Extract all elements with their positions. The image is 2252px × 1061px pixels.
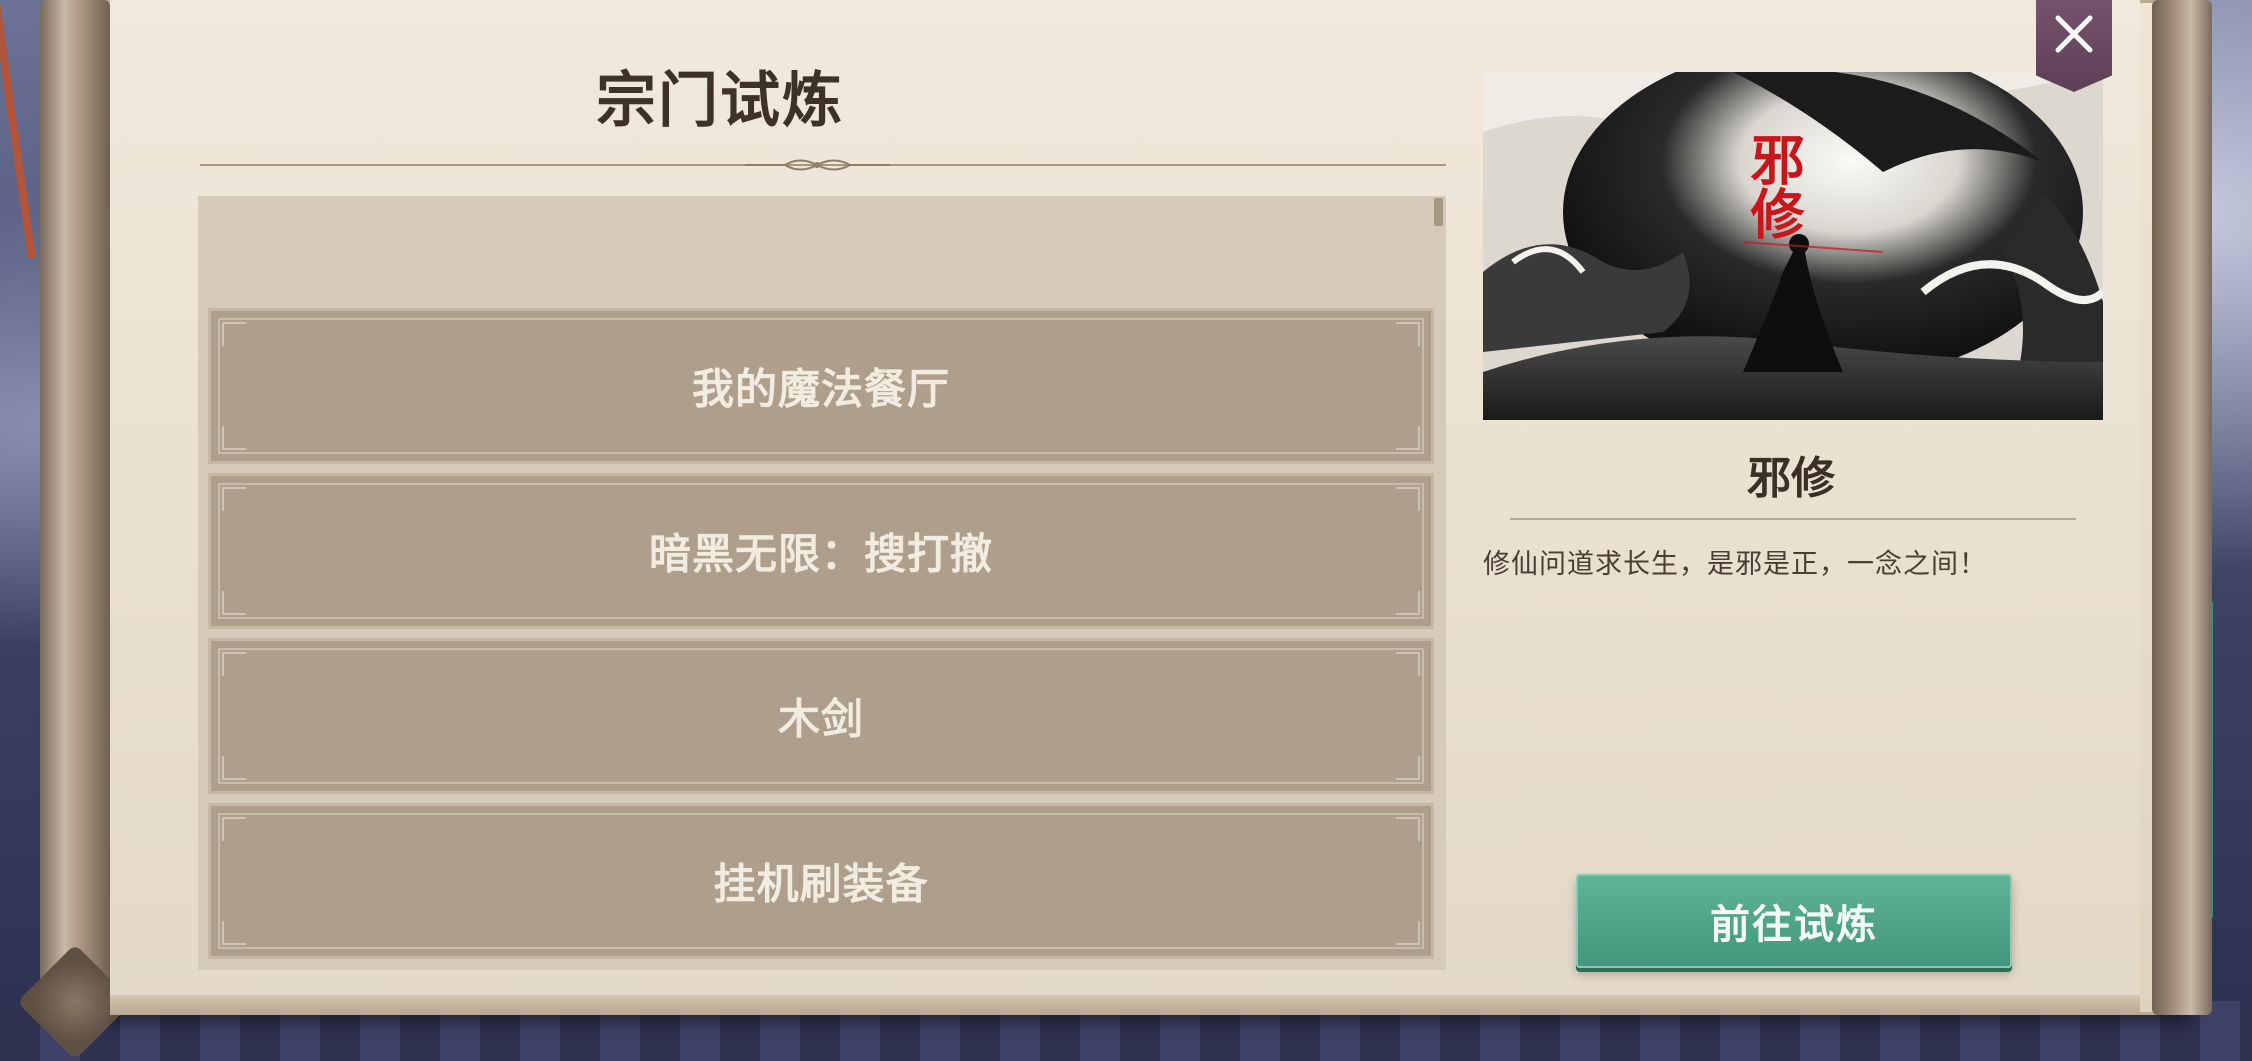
list-item-label: 木剑: [777, 694, 864, 744]
panel-bottom-edge: [110, 995, 2140, 1015]
name-divider: [1510, 518, 2076, 520]
close-button[interactable]: [2036, 0, 2112, 92]
list-scrollbar[interactable]: [1434, 198, 1443, 226]
list-item[interactable]: 木剑: [208, 638, 1434, 794]
art-title: 邪修: [1741, 132, 1805, 240]
game-preview-image: 邪修: [1483, 72, 2103, 420]
scroll-rod-left: [17, 0, 133, 1060]
list-item-label: 我的魔法餐厅: [691, 364, 950, 414]
panel-title: 宗门试炼: [596, 66, 844, 136]
go-to-trial-button[interactable]: 前往试炼: [1576, 874, 2012, 968]
list-item[interactable]: 我的魔法餐厅: [208, 308, 1434, 464]
close-icon: [2055, 15, 2093, 53]
scroll-rod-right: [2152, 0, 2212, 1015]
game-name: 邪修: [1747, 453, 1835, 504]
list-item-label: 暗黑无限：搜打撤: [648, 529, 993, 579]
ornament-icon: [745, 159, 890, 171]
list-item[interactable]: 暗黑无限：搜打撤: [208, 473, 1434, 629]
list-item[interactable]: 挂机刷装备: [208, 803, 1434, 959]
game-description: 修仙问道求长生，是邪是正，一念之间！: [1483, 549, 1987, 580]
list-item-label: 挂机刷装备: [713, 859, 929, 909]
